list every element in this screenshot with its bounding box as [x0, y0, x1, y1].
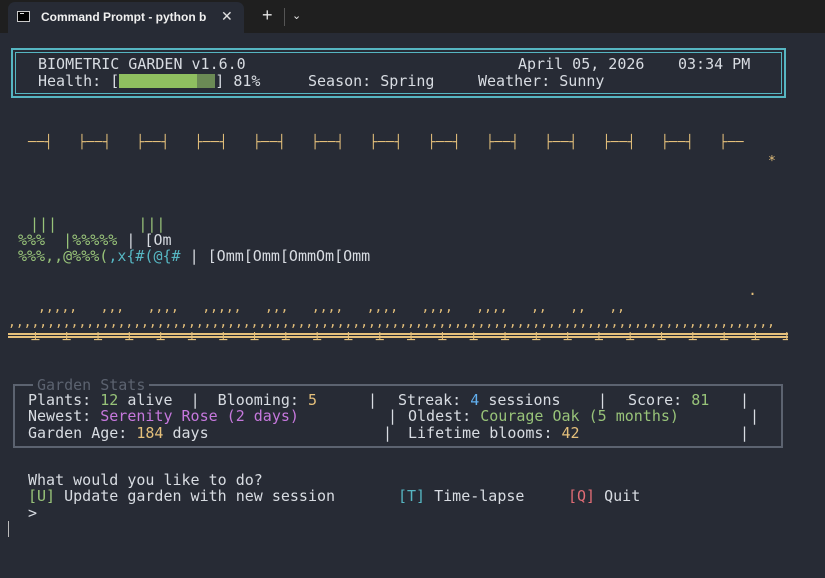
season-value: Spring [380, 72, 435, 90]
newest-value: Serenity Rose (2 days) [100, 407, 299, 425]
season-row: Season: Spring [308, 73, 434, 90]
pipe: | [388, 407, 398, 425]
sun-star: * [768, 154, 776, 169]
newest-row: Newest: Serenity Rose (2 days) [28, 408, 299, 425]
garden-dot: . [748, 281, 758, 299]
tab-command-prompt[interactable]: Command Prompt - python b ✕ [8, 2, 244, 33]
lifetime-row: Lifetime blooms: 42 [408, 425, 580, 442]
timelapse-label: Time-lapse [434, 487, 525, 505]
terminal-icon [17, 11, 30, 22]
health-bar-empty [197, 74, 216, 88]
timelapse-key: [T] [398, 487, 426, 505]
weather-label: Weather: [478, 72, 551, 90]
lifetime-label: Lifetime blooms: [408, 424, 553, 442]
timelapse-option[interactable]: [T] Time-lapse [398, 488, 524, 505]
health-value: 81% [233, 72, 261, 90]
text-cursor [8, 521, 9, 537]
pipe: | [368, 391, 378, 409]
new-tab-button[interactable]: + [262, 5, 273, 26]
weather-row: Weather: Sunny [478, 73, 604, 90]
oldest-row: Oldest: Courage Oak (5 months) [408, 408, 679, 425]
input-prompt[interactable]: > [28, 505, 37, 522]
pipe: | [740, 424, 750, 442]
plant-row-3a: %%%,,@%%%( [18, 247, 109, 265]
tab-title: Command Prompt - python b [41, 10, 207, 24]
plant-row-3b: ,x{#(@{# [108, 247, 181, 265]
age-row: Garden Age: 184 days [28, 425, 209, 442]
age-unit: days [172, 424, 209, 442]
app-title: BIOMETRIC GARDEN v1.6.0 [38, 55, 246, 73]
rail-ticks: ┴ ┴ ┴ ┴ ┴ ┴ ┴ ┴ ┴ ┴ ┴ ┴ ┴ ┴ ┴ ┴ ┴ ┴ ┴ ┴ … [8, 333, 788, 348]
grass-row-2: ,,,,,,,,,,,,,,,,,,,,,,,,,,,,,,,,,,,,,,,,… [8, 315, 776, 330]
pipe: | [750, 407, 760, 425]
sky-row: ──┤ ├──┤ ├──┤ ├──┤ ├──┤ ├──┤ ├──┤ ├──┤ ├… [28, 135, 745, 150]
divider [284, 8, 285, 26]
health-close: ] [215, 72, 225, 90]
health-row: Health: [] 81% [38, 73, 260, 90]
close-tab-icon[interactable]: ✕ [221, 8, 233, 25]
quit-key: [Q] [568, 487, 596, 505]
time: 03:34 PM [678, 55, 751, 73]
title-bar: Command Prompt - python b ✕ + ⌄ [0, 0, 825, 33]
season-label: Season: [308, 72, 372, 90]
plant-row-3c: | [Omm[Omm[OmmOm[Omm [180, 247, 371, 265]
health-bar-fill [119, 74, 198, 88]
pipe: | [383, 424, 393, 442]
age-value: 184 [136, 424, 164, 442]
plant-row-3: %%%,,@%%%(,x{#(@{# | [Omm[Omm[OmmOm[Omm [18, 248, 370, 265]
lifetime-value: 42 [561, 424, 580, 442]
pipe: | [740, 391, 750, 409]
weather-value: Sunny [559, 72, 605, 90]
health-label: Health: [ [38, 72, 120, 90]
oldest-value: Courage Oak (5 months) [480, 407, 679, 425]
update-label: Update garden with new session [64, 487, 336, 505]
update-key: [U] [28, 487, 56, 505]
update-option[interactable]: [U] Update garden with new session [28, 488, 335, 505]
chevron-down-icon[interactable]: ⌄ [292, 9, 301, 22]
date: April 05, 2026 [518, 55, 645, 73]
blooming-value: 5 [307, 391, 317, 409]
newest-label: Newest: [28, 407, 92, 425]
score-value: 81 [691, 391, 710, 409]
quit-option[interactable]: [Q] Quit [568, 488, 640, 505]
oldest-label: Oldest: [408, 407, 472, 425]
quit-label: Quit [604, 487, 641, 505]
age-label: Garden Age: [28, 424, 128, 442]
